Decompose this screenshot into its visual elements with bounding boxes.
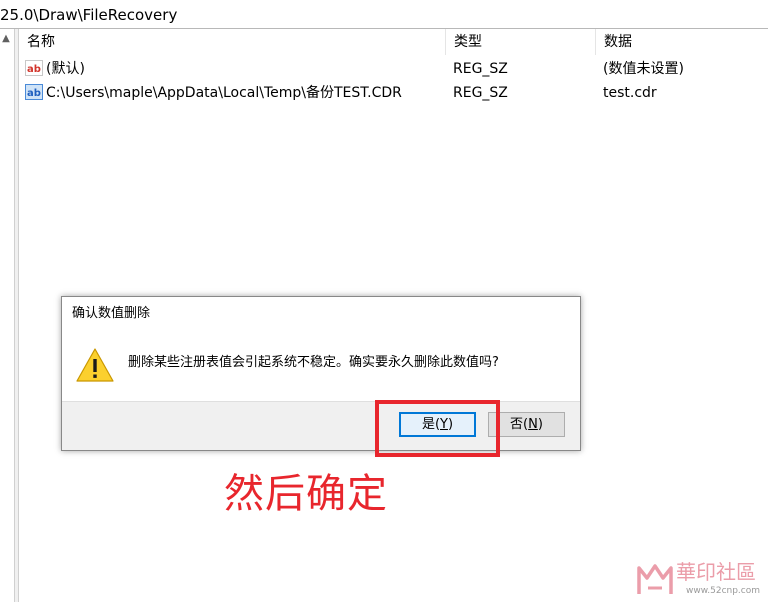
no-label: 否( bbox=[510, 417, 529, 432]
value-data: (数值未设置) bbox=[603, 61, 684, 77]
svg-text:ab: ab bbox=[27, 64, 41, 75]
list-item[interactable]: ab (默认) REG_SZ (数值未设置) bbox=[19, 57, 768, 81]
watermark-url: www.52cnp.com bbox=[686, 586, 761, 596]
address-path: 25.0\Draw\FileRecovery bbox=[0, 6, 178, 24]
watermark-logo-icon bbox=[637, 564, 673, 594]
column-header-data[interactable]: 数据 bbox=[596, 29, 768, 55]
annotation-text: 然后确定 bbox=[224, 471, 388, 517]
confirm-delete-dialog: 确认数值删除 删除某些注册表值会引起系统不稳定。确实要永久删除此数值吗? 是(Y… bbox=[61, 296, 581, 451]
watermark: 華印社區 www.52cnp.com bbox=[632, 558, 768, 602]
dialog-message: 删除某些注册表值会引起系统不稳定。确实要永久删除此数值吗? bbox=[128, 355, 499, 370]
no-label-end: ) bbox=[537, 417, 543, 432]
string-value-icon: ab bbox=[25, 60, 43, 76]
list-item[interactable]: ab C:\Users\maple\AppData\Local\Temp\备份T… bbox=[19, 81, 768, 105]
dialog-title: 确认数值删除 bbox=[72, 306, 151, 321]
value-name: (默认) bbox=[46, 61, 85, 77]
no-accelerator: N bbox=[528, 417, 538, 432]
dialog-button-bar: 是(Y) 否(N) bbox=[62, 401, 580, 450]
svg-text:ab: ab bbox=[27, 88, 41, 99]
value-data: test.cdr bbox=[603, 85, 657, 101]
value-name-cell: ab C:\Users\maple\AppData\Local\Temp\备份T… bbox=[25, 81, 402, 105]
value-type: REG_SZ bbox=[453, 85, 508, 101]
highlight-box bbox=[375, 400, 500, 457]
value-name-cell: ab (默认) bbox=[25, 57, 85, 81]
scroll-up-icon[interactable]: ▲ bbox=[0, 33, 12, 45]
column-header-type[interactable]: 类型 bbox=[446, 29, 596, 55]
string-value-icon: ab bbox=[25, 84, 43, 100]
address-bar[interactable]: 25.0\Draw\FileRecovery bbox=[0, 0, 768, 29]
column-header-name[interactable]: 名称 bbox=[19, 29, 446, 55]
watermark-site-name: 華印社區 bbox=[676, 560, 756, 584]
warning-icon bbox=[76, 348, 114, 382]
value-name: C:\Users\maple\AppData\Local\Temp\备份TEST… bbox=[46, 85, 402, 101]
value-type: REG_SZ bbox=[453, 61, 508, 77]
tree-pane[interactable]: ▲ bbox=[0, 29, 14, 602]
